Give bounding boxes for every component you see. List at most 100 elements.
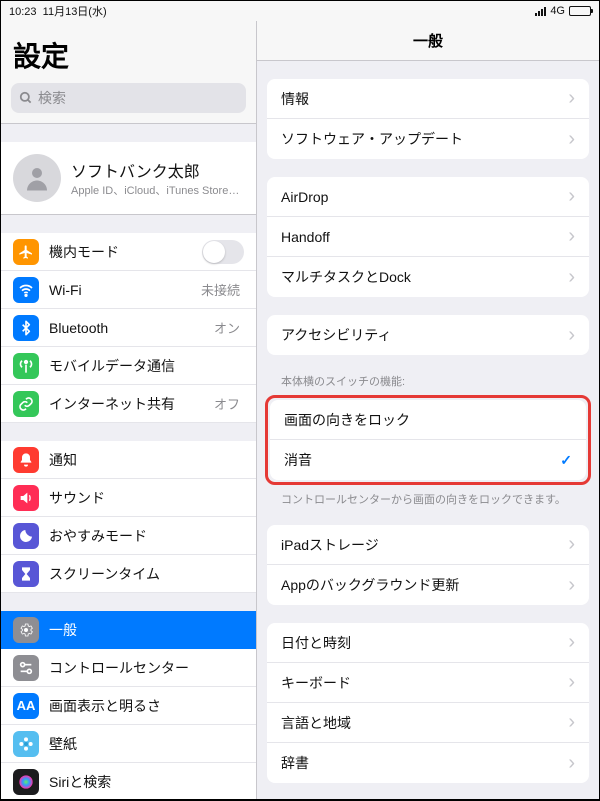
detail-row[interactable]: アクセシビリティ› <box>267 315 589 355</box>
detail-row[interactable]: Appのバックグラウンド更新 › <box>267 565 589 605</box>
switch-option[interactable]: 画面の向きをロック <box>270 400 586 440</box>
chevron-right-icon: › <box>568 752 575 775</box>
chevron-right-icon: › <box>568 533 575 556</box>
sidebar-item-value: 未接続 <box>201 280 244 299</box>
sidebar-item-value: オン <box>214 318 244 337</box>
switch-option-label: 画面の向きをロック <box>284 410 410 430</box>
sidebar-item-flower[interactable]: 壁紙 <box>1 725 256 763</box>
chevron-right-icon: › <box>568 128 575 151</box>
chevron-right-icon: › <box>568 87 575 110</box>
sidebar-item-label: インターネット共有 <box>49 394 175 414</box>
detail-pane: 一般 情報›ソフトウェア・アップデート› AirDrop›Handoff›マルチ… <box>257 21 599 799</box>
detail-title: 一般 <box>257 21 599 61</box>
battery-icon <box>569 6 591 16</box>
hourglass-icon <box>13 561 39 587</box>
detail-row[interactable]: マルチタスクとDock › <box>267 257 589 297</box>
flower-icon <box>13 731 39 757</box>
detail-row[interactable]: キーボード › <box>267 663 589 703</box>
detail-row-label: iPadストレージ <box>281 535 379 555</box>
detail-row-label: Appのバックグラウンド更新 <box>281 575 459 595</box>
account-row[interactable]: ソフトバンク太郎 Apple ID、iCloud、iTunes Storeと… <box>1 142 256 215</box>
toggle[interactable] <box>202 240 244 264</box>
sidebar-item-label: スクリーンタイム <box>49 564 160 584</box>
sidebar-item-bell[interactable]: 通知 <box>1 441 256 479</box>
switches-icon <box>13 655 39 681</box>
search-input[interactable]: 検索 <box>11 83 246 113</box>
side-switch-footer: コントロールセンターから画面の向きをロックできます。 <box>257 485 599 507</box>
sidebar-item-label: 壁紙 <box>49 734 77 754</box>
antenna-icon <box>13 353 39 379</box>
switch-option-label: 消音 <box>284 450 312 470</box>
chevron-right-icon: › <box>568 574 575 597</box>
avatar <box>13 154 61 202</box>
sidebar-item-label: Bluetooth <box>49 320 108 336</box>
siri-icon <box>13 769 39 795</box>
sidebar-item-gear[interactable]: 一般 <box>1 611 256 649</box>
detail-row-label: 日付と時刻 <box>281 633 351 653</box>
speaker-icon <box>13 485 39 511</box>
sidebar-item-label: Wi-Fi <box>49 282 82 298</box>
sidebar-item-switches[interactable]: コントロールセンター <box>1 649 256 687</box>
moon-icon <box>13 523 39 549</box>
sidebar-item-label: 機内モード <box>49 242 119 262</box>
sidebar-item-siri[interactable]: Siriと検索 <box>1 763 256 799</box>
detail-row[interactable]: 情報› <box>267 79 589 119</box>
chevron-right-icon: › <box>568 266 575 289</box>
sidebar-item-aa[interactable]: AA 画面表示と明るさ <box>1 687 256 725</box>
airplane-icon <box>13 239 39 265</box>
side-switch-header: 本体横のスイッチの機能: <box>257 355 599 393</box>
check-icon: ✓ <box>560 452 572 469</box>
detail-row[interactable]: 辞書 › <box>267 743 589 783</box>
sidebar-item-label: コントロールセンター <box>49 658 189 678</box>
sidebar-item-label: 一般 <box>49 620 77 640</box>
sidebar-item-moon[interactable]: おやすみモード <box>1 517 256 555</box>
detail-row[interactable]: AirDrop› <box>267 177 589 217</box>
status-time: 10:23 <box>9 6 37 18</box>
account-sub: Apple ID、iCloud、iTunes Storeと… <box>71 182 244 198</box>
status-date: 11月13日(水) <box>43 6 107 18</box>
sidebar-item-antenna[interactable]: モバイルデータ通信 <box>1 347 256 385</box>
detail-row[interactable]: 言語と地域 › <box>267 703 589 743</box>
sidebar-item-airplane[interactable]: 機内モード <box>1 233 256 271</box>
sidebar-item-bluetooth[interactable]: Bluetooth オン <box>1 309 256 347</box>
chevron-right-icon: › <box>568 631 575 654</box>
chevron-right-icon: › <box>568 711 575 734</box>
detail-row[interactable]: iPadストレージ › <box>267 525 589 565</box>
sidebar-item-label: サウンド <box>49 488 105 508</box>
chevron-right-icon: › <box>568 671 575 694</box>
sidebar-item-label: Siriと検索 <box>49 772 111 792</box>
sidebar-item-hourglass[interactable]: スクリーンタイム <box>1 555 256 593</box>
sidebar-item-label: モバイルデータ通信 <box>49 356 175 376</box>
chevron-right-icon: › <box>568 225 575 248</box>
sidebar-item-value: オフ <box>214 394 244 413</box>
detail-row-label: 言語と地域 <box>281 713 351 733</box>
network-label: 4G <box>550 5 565 17</box>
link-icon <box>13 391 39 417</box>
detail-row[interactable]: 日付と時刻 › <box>267 623 589 663</box>
settings-sidebar: 設定 検索 ソフトバンク太郎 Apple ID、iCloud、iTunes St… <box>1 21 257 799</box>
sidebar-item-label: 画面表示と明るさ <box>49 696 161 716</box>
detail-row[interactable]: Handoff› <box>267 217 589 257</box>
sidebar-item-speaker[interactable]: サウンド <box>1 479 256 517</box>
chevron-right-icon: › <box>568 185 575 208</box>
detail-row-label: ソフトウェア・アップデート <box>281 129 463 149</box>
account-name: ソフトバンク太郎 <box>71 158 244 182</box>
gear-icon <box>13 617 39 643</box>
detail-row-label: キーボード <box>281 673 351 693</box>
bluetooth-icon <box>13 315 39 341</box>
wifi-icon <box>13 277 39 303</box>
bell-icon <box>13 447 39 473</box>
chevron-right-icon: › <box>568 324 575 347</box>
detail-row-label: 辞書 <box>281 753 309 773</box>
detail-row-label: マルチタスクとDock <box>281 267 411 287</box>
sidebar-item-wifi[interactable]: Wi-Fi 未接続 <box>1 271 256 309</box>
highlight-box: 画面の向きをロック消音 ✓ <box>265 395 591 485</box>
aa-icon: AA <box>13 693 39 719</box>
sidebar-item-label: おやすみモード <box>49 526 147 546</box>
signal-icon <box>535 6 546 16</box>
search-icon <box>19 91 33 105</box>
sidebar-item-link[interactable]: インターネット共有 オフ <box>1 385 256 423</box>
detail-row[interactable]: ソフトウェア・アップデート › <box>267 119 589 159</box>
switch-option[interactable]: 消音 ✓ <box>270 440 586 480</box>
sidebar-item-label: 通知 <box>49 450 77 470</box>
